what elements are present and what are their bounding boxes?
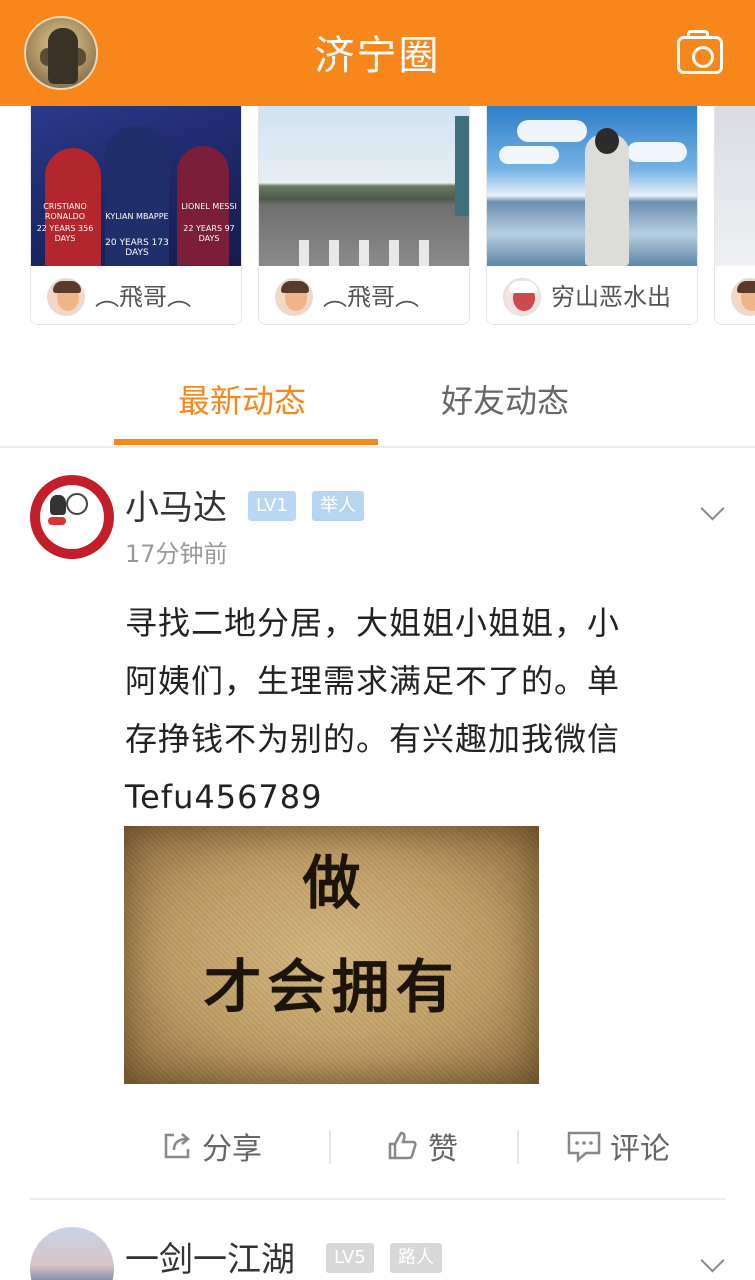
post-image-text: 才会拥有 xyxy=(203,953,460,1021)
post-image-text: 做 xyxy=(302,849,361,917)
post-actions: 分享 赞 评论 xyxy=(0,1118,755,1174)
comment-button[interactable]: 评论 xyxy=(566,1118,670,1174)
app-header: 济宁圈 xyxy=(0,0,755,106)
card-image xyxy=(487,106,697,266)
post-text-line: 寻找二地分居，大姐姐小姐姐，小 xyxy=(125,604,621,642)
featured-card[interactable] xyxy=(714,106,755,325)
comment-label: 评论 xyxy=(610,1132,670,1167)
share-label: 分享 xyxy=(202,1132,262,1167)
featured-card[interactable]: ︵飛哥︵ xyxy=(258,106,470,325)
post-text-line: Tefu456789 xyxy=(125,778,323,816)
divider xyxy=(329,1130,331,1164)
chevron-down-icon[interactable] xyxy=(700,1252,724,1276)
featured-carousel[interactable]: CRISTIANO RONALDO 22 YEARS 356 DAYS KYLI… xyxy=(0,106,755,326)
share-button[interactable]: 分享 xyxy=(160,1118,262,1174)
divider xyxy=(517,1130,519,1164)
page-title: 济宁圈 xyxy=(314,33,441,79)
card-author-avatar xyxy=(47,278,85,316)
featured-card[interactable]: 穷山恶水出 xyxy=(486,106,698,325)
avatar[interactable] xyxy=(30,475,114,559)
post-content[interactable]: 寻找二地分居，大姐姐小姐姐，小 阿姨们，生理需求满足不了的。单 存挣钱不为别的。… xyxy=(125,594,685,826)
post-timestamp: 17分钟前 xyxy=(125,540,228,568)
role-badge: 路人 xyxy=(390,1243,442,1273)
card-author-avatar xyxy=(503,278,541,316)
card-image xyxy=(259,106,469,266)
feed-tabs: 最新动态 好友动态 xyxy=(0,326,755,448)
tab-latest[interactable]: 最新动态 xyxy=(178,381,306,421)
post-text-line: 阿姨们，生理需求满足不了的。单 xyxy=(125,662,621,700)
avatar[interactable] xyxy=(30,1227,114,1280)
card-author-avatar xyxy=(275,278,313,316)
share-icon xyxy=(164,1133,190,1159)
post-username[interactable]: 小马达 xyxy=(125,488,227,528)
card-image xyxy=(715,106,755,266)
like-label: 赞 xyxy=(428,1132,458,1167)
featured-card[interactable]: CRISTIANO RONALDO 22 YEARS 356 DAYS KYLI… xyxy=(30,106,242,325)
post-text-line: 存挣钱不为别的。有兴趣加我微信 xyxy=(125,720,621,758)
chevron-down-icon[interactable] xyxy=(700,500,724,524)
feed-post: 小马达 LV1 举人 17分钟前 寻找二地分居，大姐姐小姐姐，小 阿姨们，生理需… xyxy=(0,448,755,1200)
card-author-name: 穷山恶水出 xyxy=(551,283,671,311)
post-username[interactable]: 一剑一江湖 xyxy=(125,1240,295,1280)
role-badge: 举人 xyxy=(312,491,364,521)
level-badge: LV5 xyxy=(326,1243,374,1273)
comment-icon xyxy=(567,1131,601,1163)
like-button[interactable]: 赞 xyxy=(386,1118,458,1174)
tab-friends[interactable]: 好友动态 xyxy=(441,381,569,421)
post-image[interactable]: 做 才会拥有 xyxy=(124,826,539,1084)
card-author-name: ︵飛哥︵ xyxy=(95,283,191,311)
thumbs-up-icon xyxy=(388,1131,417,1160)
feed-post: 一剑一江湖 LV5 路人 xyxy=(0,1200,755,1280)
tab-active-indicator xyxy=(114,439,378,445)
camera-icon[interactable] xyxy=(677,30,723,74)
card-image: CRISTIANO RONALDO 22 YEARS 356 DAYS KYLI… xyxy=(31,106,241,266)
card-author-name: ︵飛哥︵ xyxy=(323,283,419,311)
level-badge: LV1 xyxy=(248,491,296,521)
card-author-avatar xyxy=(731,278,755,316)
